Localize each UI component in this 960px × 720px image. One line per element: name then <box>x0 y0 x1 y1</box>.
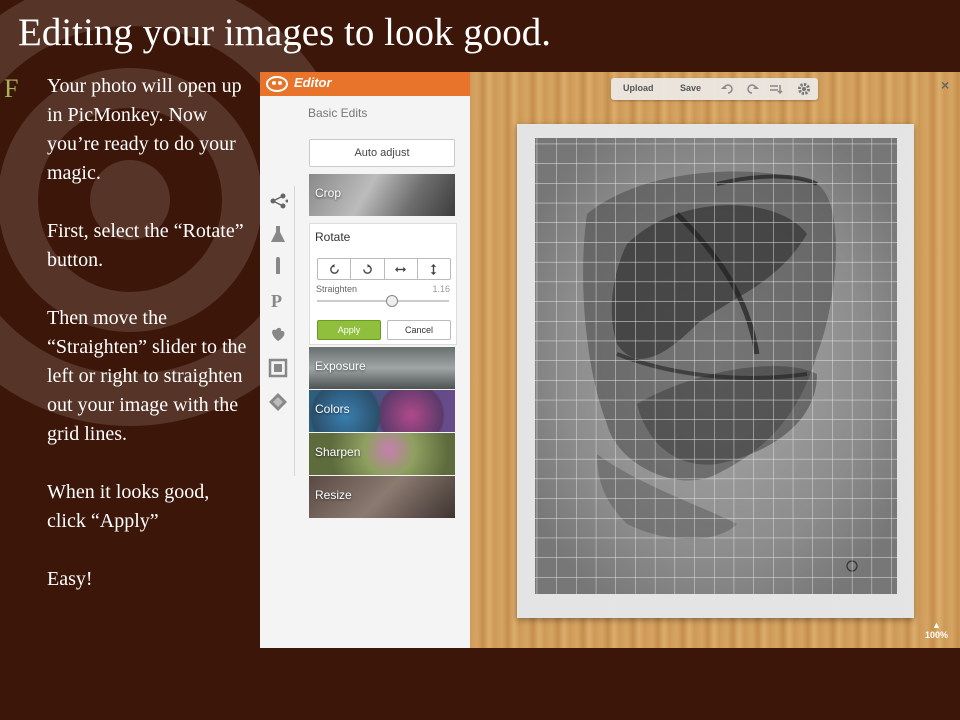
flip-vertical-icon <box>431 263 437 275</box>
editor-header: Editor <box>260 72 470 96</box>
undo-icon[interactable] <box>721 82 735 96</box>
tile-label: Resize <box>315 488 352 502</box>
tool-tile-sharpen[interactable]: Sharpen <box>309 433 455 475</box>
editor-panel: Editor P Basic Edits Auto adjust Crop Ro… <box>260 72 470 648</box>
straighten-slider-handle[interactable] <box>386 295 399 307</box>
apply-button[interactable]: Apply <box>317 320 381 340</box>
tile-label: Colors <box>315 402 350 416</box>
effects-icon[interactable] <box>268 191 288 211</box>
flip-horizontal-icon <box>395 266 407 272</box>
basic-edits-pane: Basic Edits Auto adjust Crop Rotate Stra… <box>304 96 470 648</box>
rotate-button-group <box>317 258 451 280</box>
straighten-slider-track[interactable] <box>317 300 449 302</box>
tile-label: Exposure <box>315 359 366 373</box>
instruction-paragraph: Easy! <box>47 568 93 590</box>
rotate-left-icon <box>329 263 339 274</box>
tool-tile-crop[interactable]: Crop <box>309 174 455 216</box>
auto-adjust-button[interactable]: Auto adjust <box>309 139 455 167</box>
tile-label: Crop <box>315 186 342 200</box>
cancel-button[interactable]: Cancel <box>387 320 451 340</box>
save-button[interactable]: Save <box>680 83 701 93</box>
tool-tile-resize[interactable]: Resize <box>309 476 455 518</box>
top-toolbar: Upload Save <box>611 78 818 100</box>
tool-rail: P <box>260 96 304 648</box>
instruction-paragraph: When it looks good, click “Apply” <box>47 481 210 532</box>
overlays-icon[interactable] <box>268 324 288 344</box>
rotate-title: Rotate <box>315 230 351 244</box>
tool-tile-colors[interactable]: Colors <box>309 390 455 432</box>
bullet-marker: F <box>4 74 19 103</box>
section-title: Basic Edits <box>308 106 368 120</box>
touch-up-icon[interactable] <box>268 224 288 244</box>
rotate-right-button[interactable] <box>351 259 385 279</box>
sketch-image <box>517 124 914 618</box>
flip-horizontal-button[interactable] <box>385 259 418 279</box>
settings-icon[interactable] <box>797 82 811 96</box>
rotate-tool-panel: Rotate Straighten 1.16 Apply Cancel <box>309 223 457 345</box>
upload-button[interactable]: Upload <box>623 83 654 93</box>
rotate-left-button[interactable] <box>318 259 352 279</box>
slide-title: Editing your images to look good. <box>18 11 551 54</box>
instruction-paragraph: Then move the “Straighten” slider to the… <box>47 307 247 445</box>
tool-tile-exposure[interactable]: Exposure <box>309 347 455 389</box>
frames-icon[interactable] <box>268 358 288 378</box>
straighten-value: 1.16 <box>432 284 450 294</box>
close-editor-button[interactable]: × <box>941 77 949 93</box>
text-icon[interactable]: P <box>268 290 288 310</box>
flip-vertical-button[interactable] <box>418 259 450 279</box>
rail-divider <box>294 186 295 476</box>
redo-icon[interactable] <box>745 82 759 96</box>
zoom-level: 100% <box>925 630 949 640</box>
zoom-indicator[interactable]: ▲ 100% <box>925 620 948 640</box>
instructions: Your photo will open up in PicMonkey. No… <box>47 72 252 623</box>
straighten-label: Straighten <box>316 284 358 294</box>
picmonkey-logo-icon <box>266 76 288 92</box>
photo-with-grid <box>517 124 914 618</box>
editing-canvas: Upload Save × ▲ 100% <box>470 72 960 648</box>
slide: Editing your images to look good. F Your… <box>0 0 960 720</box>
textures-icon[interactable] <box>268 256 288 276</box>
zoom-up-arrow-icon: ▲ <box>932 620 941 630</box>
tile-label: Sharpen <box>315 445 361 459</box>
instruction-paragraph: Your photo will open up in PicMonkey. No… <box>47 75 242 184</box>
themes-icon[interactable] <box>268 392 288 412</box>
history-icon[interactable] <box>769 82 783 96</box>
editor-label: Editor <box>294 75 332 90</box>
rotate-right-icon <box>363 263 372 274</box>
picmonkey-screenshot: Editor P Basic Edits Auto adjust Crop Ro… <box>260 72 960 648</box>
instruction-paragraph: First, select the “Rotate” button. <box>47 220 244 271</box>
svg-text:P: P <box>271 291 282 310</box>
